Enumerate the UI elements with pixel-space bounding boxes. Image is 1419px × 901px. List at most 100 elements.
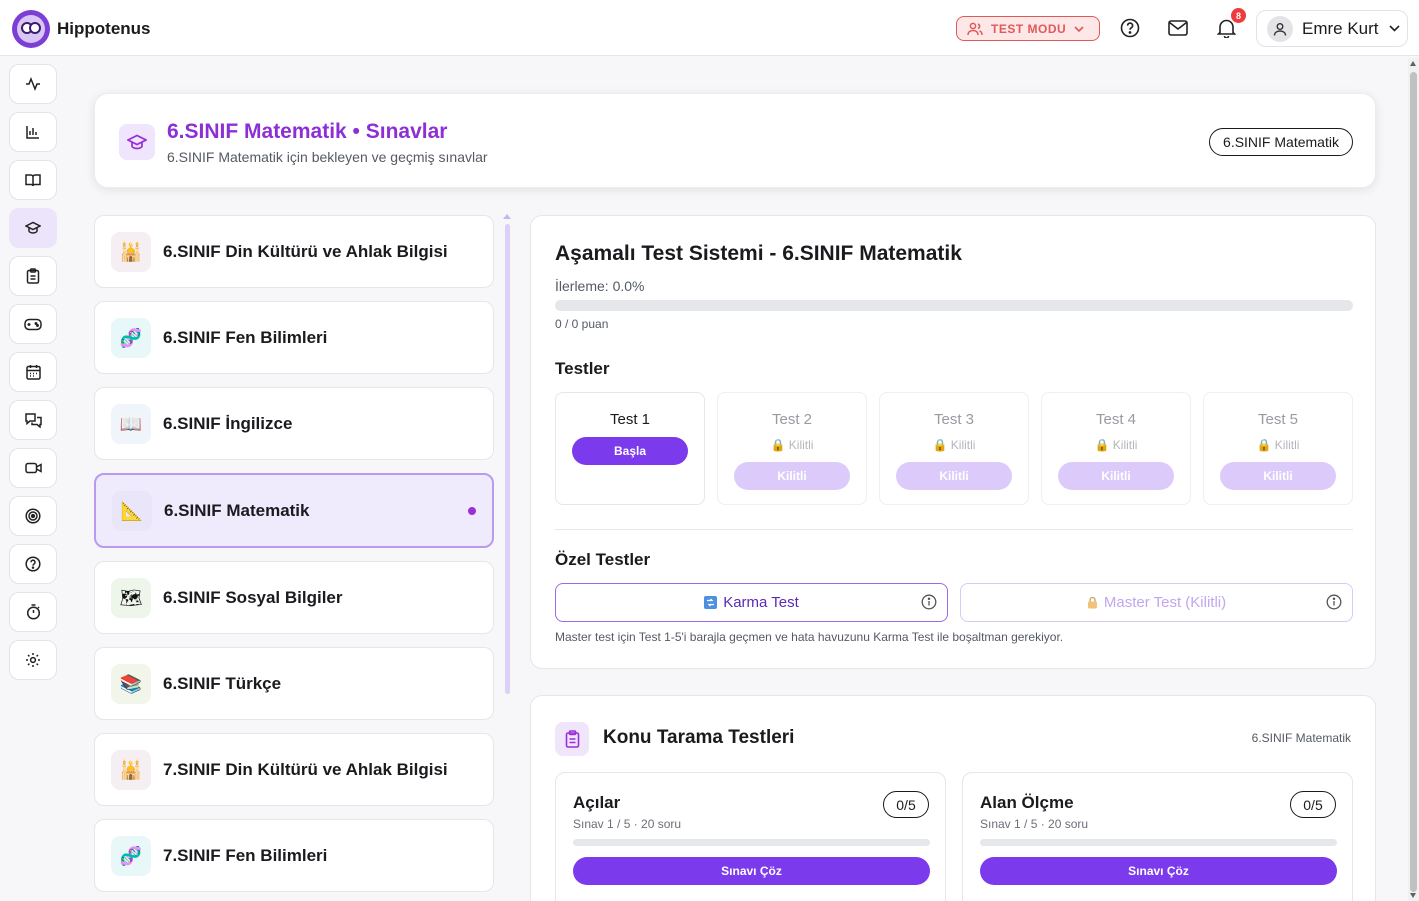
test-mode-dropdown[interactable]: TEST MODU: [956, 16, 1100, 41]
solve-exam-button[interactable]: Sınavı Çöz: [980, 857, 1337, 885]
test-system-title: Aşamalı Test Sistemi - 6.SINIF Matematik: [555, 242, 962, 265]
chevron-down-icon: [1388, 25, 1400, 32]
hippo-logo[interactable]: [12, 10, 50, 48]
mail-icon[interactable]: [1167, 17, 1189, 39]
test-name: Test 2: [771, 411, 813, 428]
subject-icon: 🧬: [111, 836, 151, 876]
bar-chart-icon[interactable]: [9, 112, 57, 152]
progress-label: İlerleme: 0.0%: [555, 278, 645, 294]
master-test-button[interactable]: Master Test (Kilitli): [960, 583, 1353, 622]
topic-progress-bar: [980, 839, 1337, 846]
topic-score-badge: 0/5: [883, 791, 929, 818]
list-scroll-arrow[interactable]: [503, 214, 511, 219]
karma-test-button[interactable]: Karma Test: [555, 583, 948, 622]
subject-item[interactable]: 📐 6.SINIF Matematik: [94, 473, 494, 548]
test-card: Test 4 🔒 Kilitli Kilitli: [1041, 392, 1191, 505]
lock-status: 🔒 Kilitli: [1256, 438, 1300, 452]
lock-icon: [1087, 596, 1098, 609]
topic-score-badge: 0/5: [1290, 791, 1336, 818]
clipboard-icon[interactable]: [9, 256, 57, 296]
graduation-cap-icon[interactable]: [9, 208, 57, 248]
progress-bar: [555, 300, 1353, 311]
subject-item[interactable]: 📚 6.SINIF Türkçe: [94, 647, 494, 720]
topic-scan-card: Konu Tarama Testleri 6.SINIF Matematik A…: [530, 695, 1376, 901]
topic-name: Açılar: [573, 793, 621, 812]
page-title: 6.SINIF Matematik • Sınavlar: [167, 120, 448, 143]
subject-icon: 📐: [112, 491, 152, 531]
subject-icon: 📖: [111, 404, 151, 444]
locked-test-button[interactable]: Kilitli: [734, 462, 850, 490]
subject-item[interactable]: 🗺 6.SINIF Sosyal Bilgiler: [94, 561, 494, 634]
subject-label: 6.SINIF Fen Bilimleri: [163, 328, 328, 347]
subject-icon: 🗺: [111, 578, 151, 618]
info-icon[interactable]: [1326, 594, 1342, 610]
top-bar: Hippotenus TEST MODU 8 Emre Kurt: [0, 0, 1419, 56]
page-subtitle: 6.SINIF Matematik için bekleyen ve geçmi…: [167, 149, 488, 165]
page-header-card: 6.SINIF Matematik • Sınavlar 6.SINIF Mat…: [94, 93, 1376, 188]
book-open-icon[interactable]: [9, 160, 57, 200]
avatar: [1267, 15, 1293, 42]
chevron-down-icon: [1074, 25, 1084, 32]
subject-label: 6.SINIF Din Kültürü ve Ahlak Bilgisi: [163, 242, 448, 261]
test-card: Test 5 🔒 Kilitli Kilitli: [1203, 392, 1353, 505]
calendar-icon[interactable]: [9, 352, 57, 392]
clipboard-list-icon: [555, 722, 589, 756]
locked-test-button[interactable]: Kilitli: [1058, 462, 1174, 490]
settings-gear-icon[interactable]: [9, 640, 57, 680]
locked-test-button[interactable]: Kilitli: [1220, 462, 1336, 490]
subject-label: 7.SINIF Fen Bilimleri: [163, 846, 328, 865]
help-circle-icon[interactable]: [9, 544, 57, 584]
subject-icon: 📚: [111, 664, 151, 704]
scroll-down-arrow[interactable]: [1410, 893, 1416, 898]
list-scrollbar[interactable]: [505, 224, 510, 694]
subject-item[interactable]: 📖 6.SINIF İngilizce: [94, 387, 494, 460]
solve-exam-button[interactable]: Sınavı Çöz: [573, 857, 930, 885]
active-indicator-dot: [468, 507, 476, 515]
stopwatch-icon[interactable]: [9, 592, 57, 632]
topic-scan-title: Konu Tarama Testleri: [603, 727, 795, 748]
master-test-label: Master Test (Kilitli): [1103, 594, 1227, 611]
page-scrollbar[interactable]: [1408, 58, 1419, 901]
lock-status: 🔒 Kilitli: [770, 438, 814, 452]
subject-item[interactable]: 🕌 6.SINIF Din Kültürü ve Ahlak Bilgisi: [94, 215, 494, 288]
subject-icon: 🕌: [111, 750, 151, 790]
lock-status: 🔒 Kilitli: [1094, 438, 1138, 452]
subject-label: 6.SINIF Matematik: [164, 501, 310, 520]
test-name: Test 5: [1257, 411, 1299, 428]
help-icon[interactable]: [1119, 17, 1141, 39]
chat-icon[interactable]: [9, 400, 57, 440]
topic-scan-tag: 6.SINIF Matematik: [1251, 731, 1351, 745]
topic-card: Açılar Sınav 1 / 5 · 20 soru 0/5 Sınavı Çöz: [555, 772, 946, 901]
page-scroll-thumb[interactable]: [1410, 72, 1417, 892]
karma-test-label: Karma Test: [723, 594, 799, 611]
video-icon[interactable]: [9, 448, 57, 488]
notification-badge: 8: [1231, 8, 1246, 23]
test-name: Test 4: [1095, 411, 1137, 428]
topic-name: Alan Ölçme: [980, 793, 1074, 812]
test-name: Test 1: [609, 411, 651, 428]
subject-label: 7.SINIF Din Kültürü ve Ahlak Bilgisi: [163, 760, 448, 779]
gamepad-icon[interactable]: [9, 304, 57, 344]
subject-item[interactable]: 🧬 6.SINIF Fen Bilimleri: [94, 301, 494, 374]
activity-icon[interactable]: [9, 64, 57, 104]
graduation-cap-icon: [119, 124, 155, 160]
brand-name: Hippotenus: [57, 19, 151, 38]
subject-item[interactable]: 🧬 7.SINIF Fen Bilimleri: [94, 819, 494, 892]
special-tests-heading: Özel Testler: [555, 550, 651, 569]
points-label: 0 / 0 puan: [555, 317, 609, 331]
test-name: Test 3: [933, 411, 975, 428]
locked-test-button[interactable]: Kilitli: [896, 462, 1012, 490]
test-card: Test 3 🔒 Kilitli Kilitli: [879, 392, 1029, 505]
subject-icon: 🧬: [111, 318, 151, 358]
lock-status: 🔒 Kilitli: [932, 438, 976, 452]
scroll-up-arrow[interactable]: [1410, 61, 1416, 66]
user-menu[interactable]: Emre Kurt: [1256, 10, 1408, 47]
subject-icon: 🕌: [111, 232, 151, 272]
target-icon[interactable]: [9, 496, 57, 536]
start-test-button[interactable]: Başla: [572, 437, 688, 465]
users-icon: [967, 22, 983, 36]
topic-meta: Sınav 1 / 5 · 20 soru: [980, 817, 1089, 831]
test-card: Test 2 🔒 Kilitli Kilitli: [717, 392, 867, 505]
info-icon[interactable]: [921, 594, 937, 610]
subject-item[interactable]: 🕌 7.SINIF Din Kültürü ve Ahlak Bilgisi: [94, 733, 494, 806]
